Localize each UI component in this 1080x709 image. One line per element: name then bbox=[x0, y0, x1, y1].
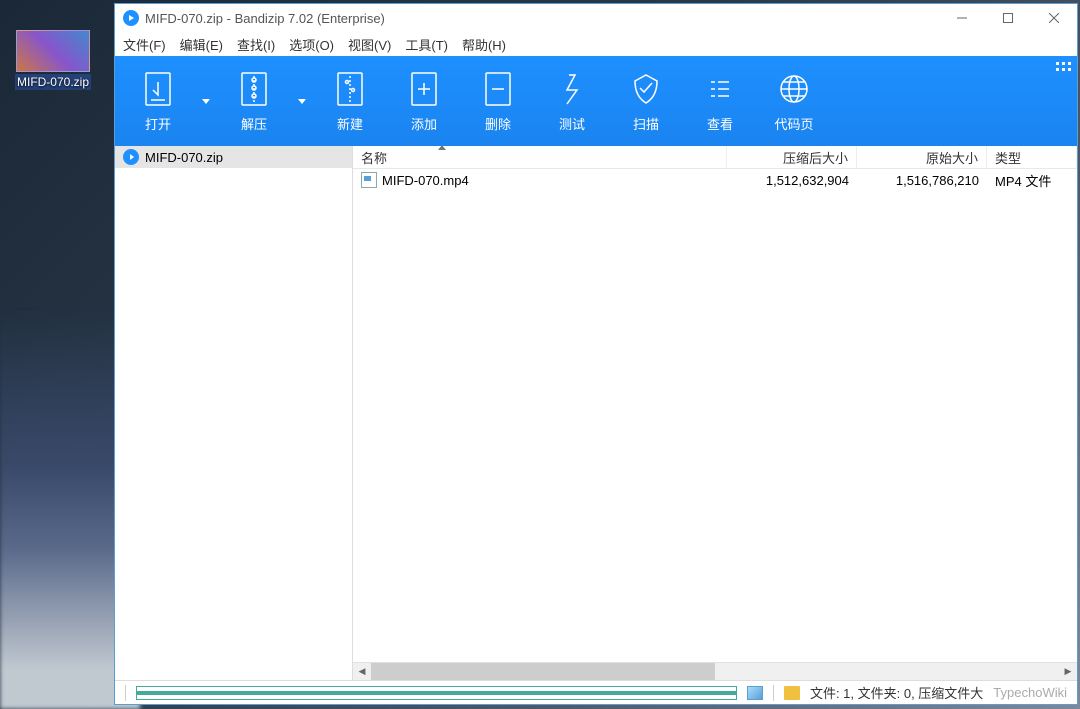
file-type: MP4 文件 bbox=[987, 171, 1077, 190]
delete-icon bbox=[481, 70, 515, 108]
codepage-button[interactable]: 代码页 bbox=[757, 56, 831, 146]
toolbar-grip-icon[interactable] bbox=[1056, 62, 1071, 71]
file-thumbnail bbox=[16, 30, 90, 72]
menu-options[interactable]: 选项(O) bbox=[289, 35, 334, 54]
horizontal-scrollbar[interactable]: ◀ ▶ bbox=[353, 662, 1077, 680]
menu-file[interactable]: 文件(F) bbox=[123, 35, 166, 54]
file-list-panel: 名称 压缩后大小 原始大小 类型 MIFD-070.mp4 1,512,632,… bbox=[353, 146, 1077, 680]
desktop-file-icon[interactable]: MIFD-070.zip bbox=[8, 30, 98, 90]
view-icon bbox=[703, 70, 737, 108]
view-button[interactable]: 查看 bbox=[683, 56, 757, 146]
file-packed-size: 1,512,632,904 bbox=[727, 173, 857, 188]
new-button[interactable]: 新建 bbox=[313, 56, 387, 146]
archive-icon bbox=[123, 149, 139, 165]
extract-dropdown[interactable] bbox=[291, 56, 313, 146]
menu-help[interactable]: 帮助(H) bbox=[462, 35, 506, 54]
column-type[interactable]: 类型 bbox=[987, 146, 1077, 168]
sort-indicator-icon bbox=[438, 146, 446, 150]
watermark: TypechoWiki bbox=[993, 685, 1067, 700]
test-icon bbox=[555, 70, 589, 108]
test-button[interactable]: 测试 bbox=[535, 56, 609, 146]
column-packed[interactable]: 压缩后大小 bbox=[727, 146, 857, 168]
menu-view[interactable]: 视图(V) bbox=[348, 35, 391, 54]
tree-root-item[interactable]: MIFD-070.zip bbox=[115, 146, 352, 168]
delete-button[interactable]: 删除 bbox=[461, 56, 535, 146]
scroll-left-icon[interactable]: ◀ bbox=[353, 663, 371, 680]
close-button[interactable] bbox=[1031, 4, 1077, 32]
bandizip-window: MIFD-070.zip - Bandizip 7.02 (Enterprise… bbox=[114, 3, 1078, 705]
tree-panel: MIFD-070.zip bbox=[115, 146, 353, 680]
app-icon bbox=[123, 10, 139, 26]
open-icon bbox=[141, 70, 175, 108]
video-file-icon bbox=[361, 172, 377, 188]
scan-icon bbox=[629, 70, 663, 108]
add-icon bbox=[407, 70, 441, 108]
add-button[interactable]: 添加 bbox=[387, 56, 461, 146]
menubar: 文件(F) 编辑(E) 查找(I) 选项(O) 视图(V) 工具(T) 帮助(H… bbox=[115, 32, 1077, 56]
tree-root-label: MIFD-070.zip bbox=[145, 150, 223, 165]
toolbar: 打开 解压 新建 添加 删除 测试 扫描 查看 bbox=[115, 56, 1077, 146]
scan-button[interactable]: 扫描 bbox=[609, 56, 683, 146]
menu-tools[interactable]: 工具(T) bbox=[405, 35, 448, 54]
scroll-right-icon[interactable]: ▶ bbox=[1059, 663, 1077, 680]
scroll-thumb[interactable] bbox=[371, 663, 715, 680]
status-text: 文件: 1, 文件夹: 0, 压缩文件大 bbox=[810, 683, 983, 702]
extract-icon bbox=[237, 70, 271, 108]
menu-edit[interactable]: 编辑(E) bbox=[180, 35, 223, 54]
folder-icon[interactable] bbox=[784, 686, 800, 700]
open-button[interactable]: 打开 bbox=[121, 56, 195, 146]
open-dropdown[interactable] bbox=[195, 56, 217, 146]
menu-find[interactable]: 查找(I) bbox=[237, 35, 275, 54]
new-icon bbox=[333, 70, 367, 108]
maximize-button[interactable] bbox=[985, 4, 1031, 32]
file-label: MIFD-070.zip bbox=[15, 74, 91, 90]
column-headers: 名称 压缩后大小 原始大小 类型 bbox=[353, 146, 1077, 169]
minimize-button[interactable] bbox=[939, 4, 985, 32]
file-original-size: 1,516,786,210 bbox=[857, 173, 987, 188]
file-row[interactable]: MIFD-070.mp4 1,512,632,904 1,516,786,210… bbox=[353, 169, 1077, 191]
statusbar: 文件: 1, 文件夹: 0, 压缩文件大 TypechoWiki bbox=[115, 680, 1077, 704]
view-list-icon[interactable] bbox=[136, 686, 737, 700]
extract-button[interactable]: 解压 bbox=[217, 56, 291, 146]
column-name[interactable]: 名称 bbox=[353, 146, 727, 168]
globe-icon bbox=[777, 70, 811, 108]
column-original[interactable]: 原始大小 bbox=[857, 146, 987, 168]
window-title: MIFD-070.zip - Bandizip 7.02 (Enterprise… bbox=[145, 11, 939, 26]
view-preview-icon[interactable] bbox=[747, 686, 763, 700]
titlebar[interactable]: MIFD-070.zip - Bandizip 7.02 (Enterprise… bbox=[115, 4, 1077, 32]
file-name: MIFD-070.mp4 bbox=[382, 173, 469, 188]
